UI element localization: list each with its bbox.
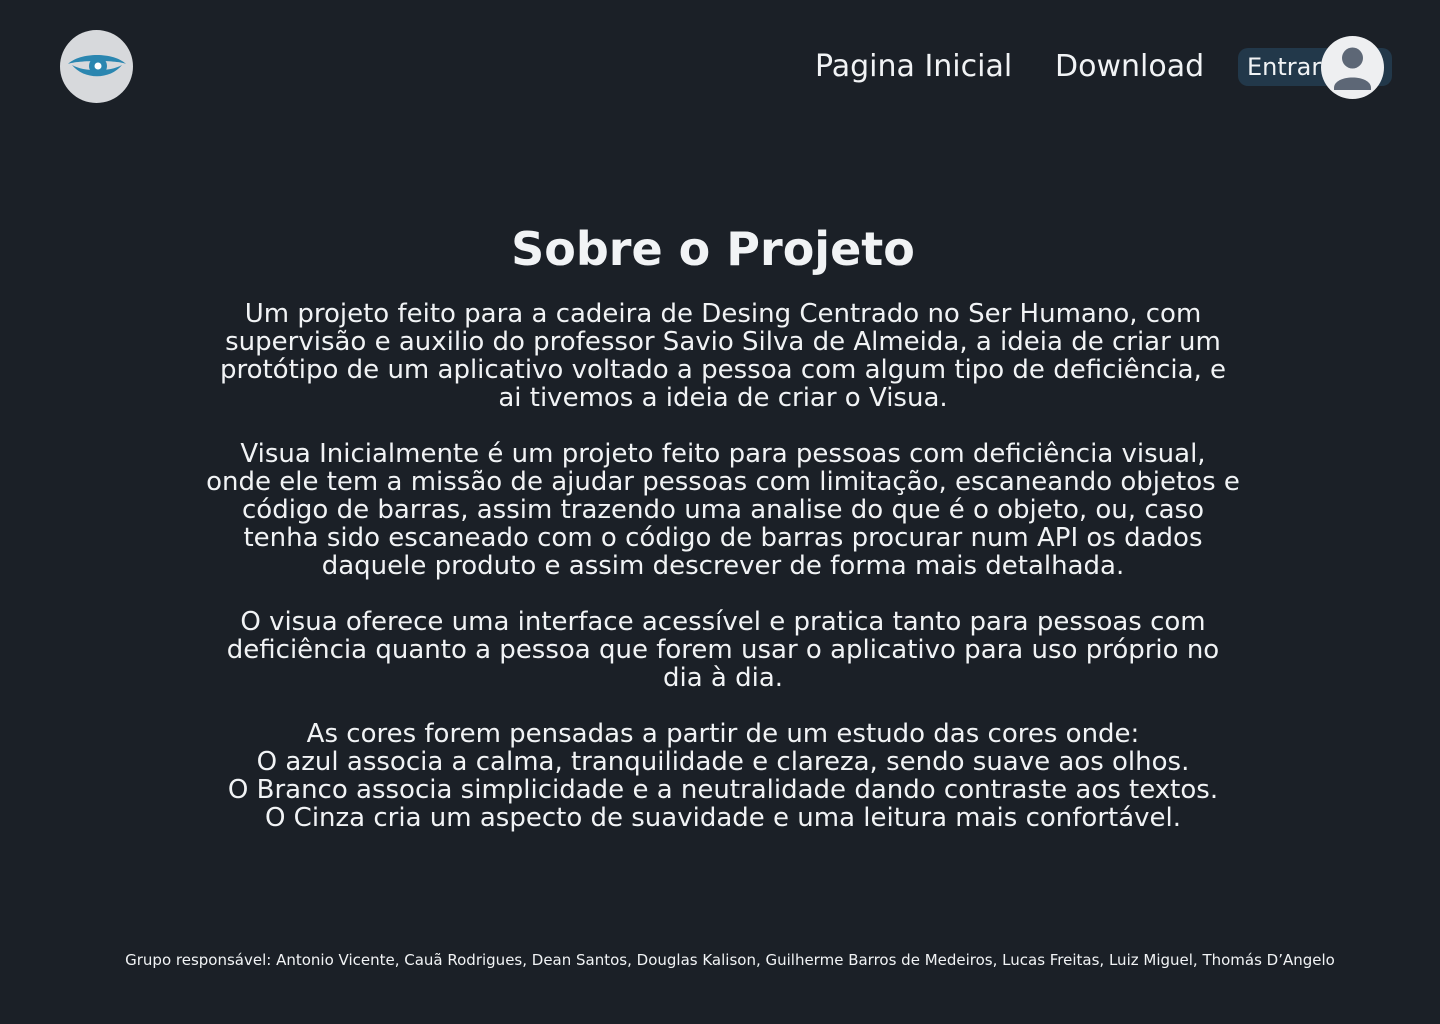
about-content: Um projeto feito para a cadeira de Desin… [206, 300, 1240, 832]
page-title: Sobre o Projeto [511, 221, 915, 276]
footer-credits: Grupo responsável: Antonio Vicente, Cauã… [125, 951, 1335, 969]
color-line-white: O Branco associa simplicidade e a neutra… [227, 775, 1219, 805]
color-line-gray: O Cinza cria um aspecto de suavidade e u… [264, 803, 1182, 833]
login-label: Entrar [1247, 53, 1322, 81]
paragraph-colors: As cores forem pensadas a partir de um e… [206, 720, 1240, 832]
nav-link-home[interactable]: Pagina Inicial [815, 48, 1012, 86]
logo[interactable] [60, 30, 133, 103]
paragraph-intro: Um projeto feito para a cadeira de Desin… [219, 299, 1227, 413]
colors-intro: As cores forem pensadas a partir de um e… [306, 719, 1140, 749]
user-silhouette-icon [1334, 47, 1371, 90]
user-avatar-icon[interactable] [1321, 36, 1384, 99]
eye-icon [67, 54, 126, 76]
nav-link-download[interactable]: Download [1055, 48, 1204, 86]
paragraph-mission: Visua Inicialmente é um projeto feito pa… [206, 439, 1240, 581]
paragraph-interface: O visua oferece uma interface acessível … [226, 607, 1220, 693]
color-line-blue: O azul associa a calma, tranquilidade e … [256, 747, 1190, 777]
